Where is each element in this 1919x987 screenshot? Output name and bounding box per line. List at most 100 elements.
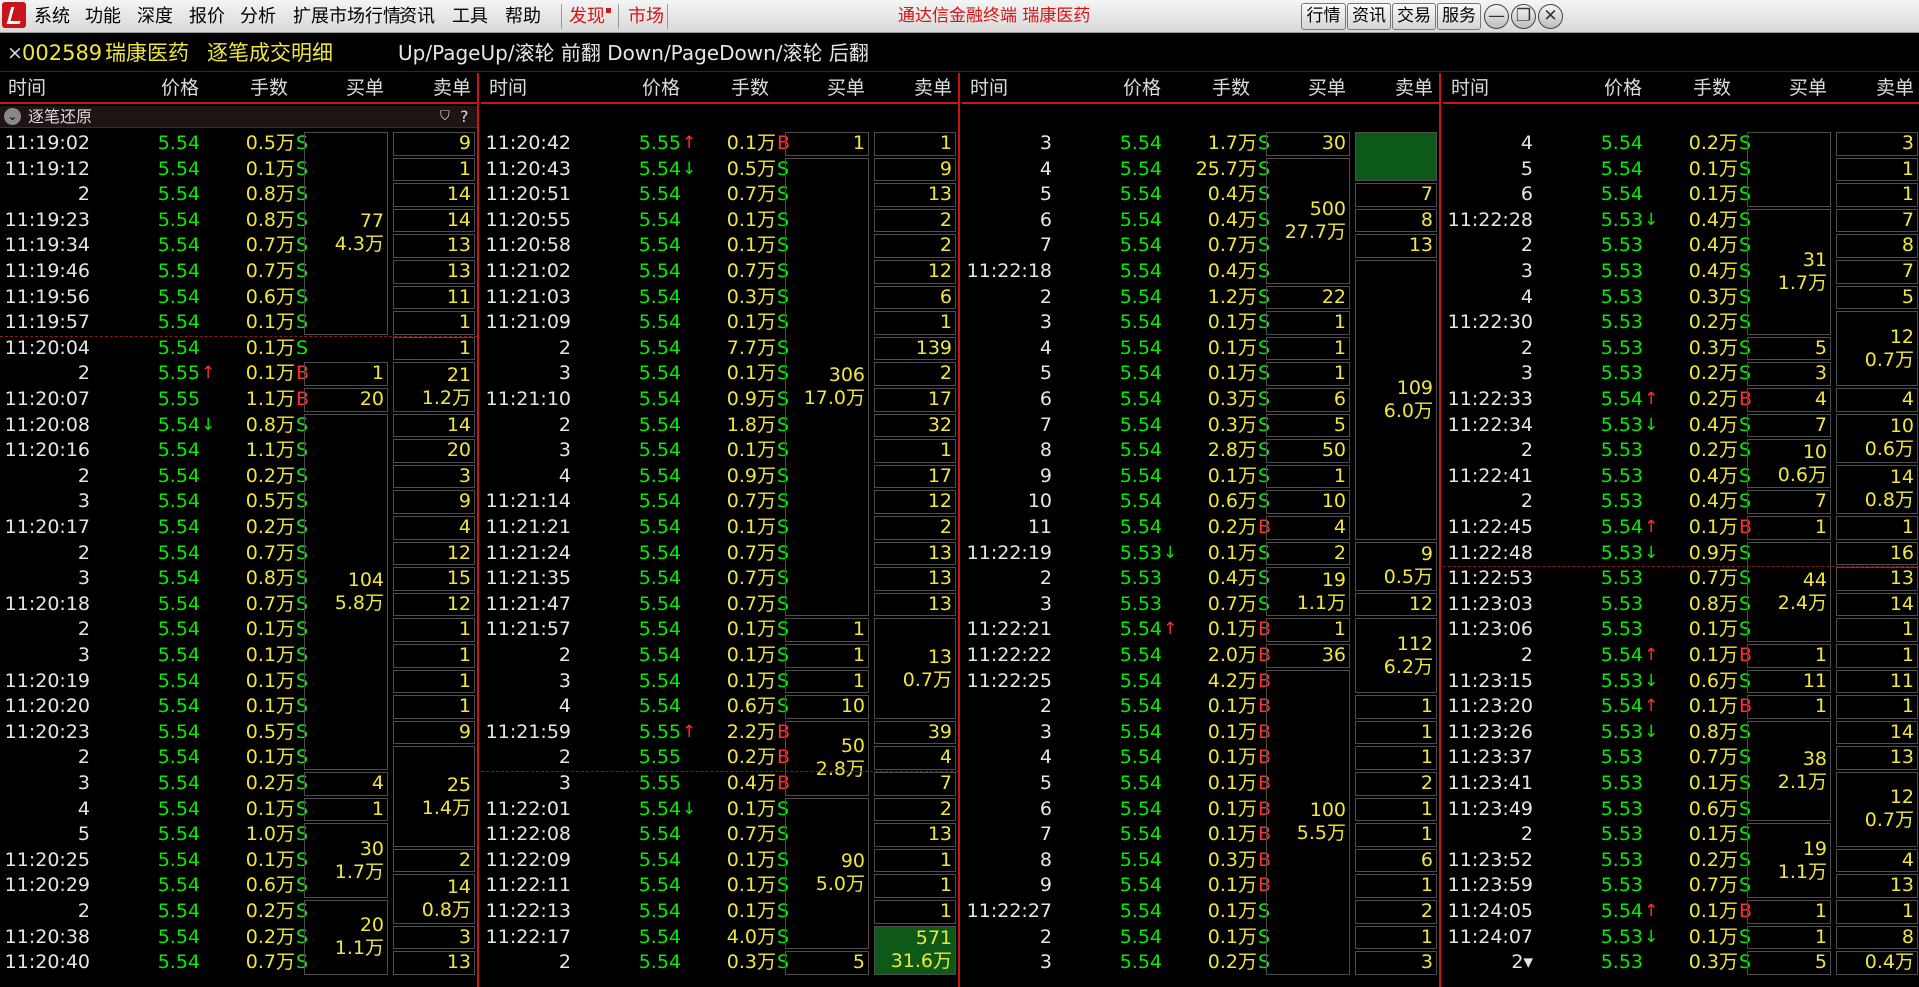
column-header-buy[interactable]: 买单 bbox=[346, 73, 384, 104]
column-header-time[interactable]: 时间 bbox=[489, 73, 527, 104]
column-header-price[interactable]: 价格 bbox=[161, 73, 199, 104]
buy-order-volume: 2.4万 bbox=[1777, 591, 1827, 614]
column-header-price[interactable]: 价格 bbox=[1123, 73, 1161, 104]
quote-button[interactable]: 行情 bbox=[1301, 3, 1346, 30]
row-time: 5 bbox=[1039, 772, 1052, 794]
stock-name: 瑞康医药 bbox=[105, 41, 189, 65]
column-header-time[interactable]: 时间 bbox=[8, 73, 46, 104]
row-price: 5.54 bbox=[1119, 234, 1162, 257]
column-header-qty[interactable]: 手数 bbox=[1212, 73, 1250, 104]
column-header-price[interactable]: 价格 bbox=[642, 73, 680, 104]
buy-order-count: 10 bbox=[1321, 490, 1346, 513]
row-volume: 0.8万 bbox=[245, 413, 295, 436]
sell-order-count: 1 bbox=[939, 132, 952, 154]
row-volume: 0.1万 bbox=[726, 362, 776, 385]
news-button[interactable]: 资讯 bbox=[1347, 3, 1391, 30]
column-header-buy[interactable]: 买单 bbox=[827, 73, 865, 104]
column-header-sell[interactable]: 卖单 bbox=[1395, 73, 1433, 104]
minute-divider bbox=[481, 771, 958, 772]
row-price: 5.53 bbox=[1600, 823, 1643, 846]
restore-icon[interactable]: ❐ bbox=[1511, 4, 1536, 29]
column-header-buy[interactable]: 买单 bbox=[1308, 73, 1346, 104]
row-time: 11:23:06 bbox=[1447, 618, 1533, 641]
close-tab-icon[interactable]: × bbox=[7, 34, 23, 72]
row-price: 5.53 bbox=[1600, 874, 1643, 897]
app-logo-icon[interactable] bbox=[2, 2, 26, 28]
row-volume: 0.7万 bbox=[726, 490, 776, 513]
menu-quote[interactable]: 报价 bbox=[189, 0, 225, 33]
menu-market[interactable]: 市场 bbox=[628, 0, 664, 33]
row-time: 11:21:14 bbox=[485, 490, 571, 513]
menu-depth[interactable]: 深度 bbox=[137, 0, 173, 33]
menu-extended-market[interactable]: 扩展市场行情 bbox=[293, 0, 401, 33]
row-price: 5.55 bbox=[638, 132, 681, 154]
collapse-chevron-icon[interactable]: ⌄ bbox=[4, 108, 21, 125]
menu-analysis[interactable]: 分析 bbox=[240, 0, 276, 33]
row-time: 11:20:38 bbox=[4, 925, 90, 948]
buy-order-count: 4 bbox=[1814, 388, 1827, 410]
column-header-sell[interactable]: 卖单 bbox=[914, 73, 952, 104]
row-time: 11:20:25 bbox=[4, 848, 90, 871]
row-time: 3 bbox=[77, 567, 90, 590]
row-volume: 0.8万 bbox=[245, 567, 295, 590]
row-price: 5.53 bbox=[1600, 951, 1643, 974]
service-button[interactable]: 服务 bbox=[1437, 3, 1481, 30]
filter-icon[interactable]: ⛉ bbox=[440, 106, 450, 128]
sell-order-count: 1 bbox=[458, 644, 471, 666]
column-header-time[interactable]: 时间 bbox=[970, 73, 1008, 104]
row-volume: 0.7万 bbox=[245, 260, 295, 282]
row-price: 5.54 bbox=[157, 516, 200, 538]
row-time: 3 bbox=[1520, 362, 1533, 385]
column-header-price[interactable]: 价格 bbox=[1604, 73, 1642, 104]
row-time: 11:22:01 bbox=[485, 797, 571, 820]
sell-order-count: 1 bbox=[1901, 618, 1914, 641]
column-header-time[interactable]: 时间 bbox=[1451, 73, 1489, 104]
row-volume: 0.1万 bbox=[726, 311, 776, 334]
row-volume: 1.1万 bbox=[245, 388, 295, 410]
row-time: 11:21:24 bbox=[485, 541, 571, 564]
sell-order-count: 9 bbox=[1420, 543, 1433, 566]
trade-panel-4: 时间 价格 手数 买单 卖单 4 5.54 0.2万 S 5 5.54 0.1万 S 6 5.54 0.1万 S… bbox=[1443, 73, 1919, 987]
menu-news[interactable]: 资讯 bbox=[399, 0, 435, 33]
row-time: 2 bbox=[77, 362, 90, 385]
menu-discover[interactable]: 发现 bbox=[569, 0, 605, 33]
row-time: 3 bbox=[558, 669, 571, 692]
column-header-sell[interactable]: 卖单 bbox=[433, 73, 471, 104]
row-volume: 0.5万 bbox=[726, 157, 776, 180]
row-time: 11:20:23 bbox=[4, 720, 90, 743]
row-price: 5.53 bbox=[1600, 746, 1643, 769]
column-header-qty[interactable]: 手数 bbox=[250, 73, 288, 104]
restore-label[interactable]: 逐笔还原 bbox=[28, 106, 92, 128]
row-volume: 0.1万 bbox=[726, 797, 776, 820]
row-time: 5 bbox=[1039, 362, 1052, 385]
row-price: 5.54 bbox=[1119, 823, 1162, 846]
row-price: 5.53 bbox=[1600, 336, 1643, 359]
buy-order-count: 10 bbox=[1802, 440, 1827, 463]
sell-order-count: 14 bbox=[1889, 466, 1914, 489]
column-header-qty[interactable]: 手数 bbox=[1693, 73, 1731, 104]
row-price: 5.54 bbox=[1119, 874, 1162, 897]
help-icon[interactable]: ? bbox=[460, 106, 469, 128]
row-volume: 0.1万 bbox=[726, 644, 776, 666]
column-header-qty[interactable]: 手数 bbox=[731, 73, 769, 104]
trade-button[interactable]: 交易 bbox=[1392, 3, 1436, 30]
row-time: 11:20:58 bbox=[485, 234, 571, 257]
menu-function[interactable]: 功能 bbox=[85, 0, 121, 33]
row-time: 4 bbox=[1520, 132, 1533, 154]
row-price: 5.53 bbox=[1600, 260, 1643, 282]
minimize-icon[interactable]: — bbox=[1484, 4, 1509, 29]
column-header-buy[interactable]: 买单 bbox=[1789, 73, 1827, 104]
menu-tools[interactable]: 工具 bbox=[452, 0, 488, 33]
menu-help[interactable]: 帮助 bbox=[505, 0, 541, 33]
menu-system[interactable]: 系统 bbox=[34, 0, 70, 33]
close-window-icon[interactable]: ✕ bbox=[1538, 4, 1563, 29]
row-volume: 0.6万 bbox=[245, 285, 295, 308]
sell-order-count: 7 bbox=[1420, 183, 1433, 206]
column-header-sell[interactable]: 卖单 bbox=[1876, 73, 1914, 104]
buy-order-count: 306 bbox=[828, 364, 865, 386]
sell-order-count: 13 bbox=[446, 951, 471, 974]
buy-order-count: 11 bbox=[1802, 669, 1827, 692]
buy-order-count bbox=[1747, 182, 1827, 207]
sell-order-count: 13 bbox=[446, 260, 471, 282]
row-volume: 0.5万 bbox=[245, 720, 295, 743]
